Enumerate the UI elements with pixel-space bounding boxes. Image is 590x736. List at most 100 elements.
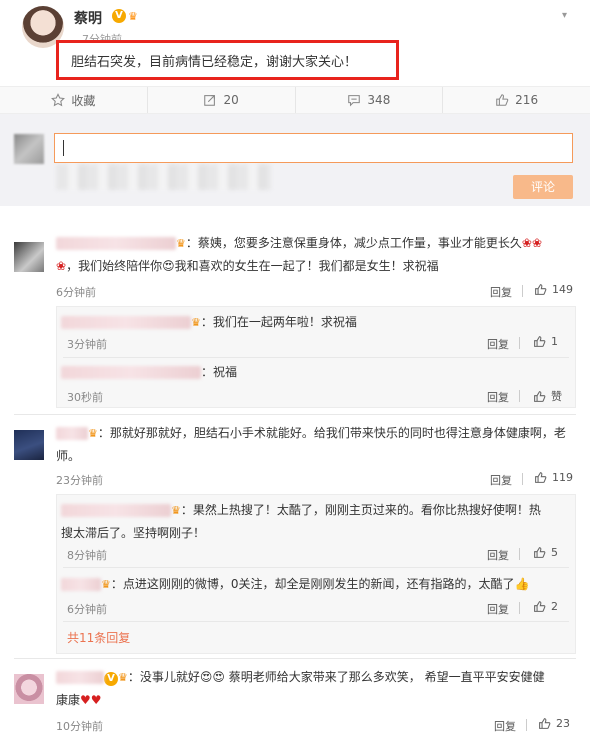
commenter-avatar[interactable]: [14, 674, 44, 704]
replier-name-blurred[interactable]: [61, 504, 171, 517]
post-action-bar: 收藏 20 348 216: [0, 86, 590, 114]
blurred-region: [56, 164, 271, 190]
replier-name-blurred[interactable]: [61, 578, 101, 591]
reply-text: ♛：点进这刚刚的微博，0关注，却全是刚刚发生的新闻，还有指路的，太酷了👍: [61, 573, 571, 596]
comment-like-button[interactable]: 149: [534, 283, 573, 296]
reply-text-line: ：我们在一起两年啦！求祝福: [200, 315, 357, 329]
comment-like-count: 119: [552, 471, 573, 484]
reply-button[interactable]: 回复: [487, 547, 509, 563]
comment-text-line: 康康: [56, 692, 81, 707]
favorite-button[interactable]: 收藏: [0, 87, 148, 113]
crown-badge-icon: ♛: [128, 10, 138, 23]
comment-compose-area: 评论: [0, 114, 590, 206]
reply-text: ：祝福: [61, 361, 571, 383]
thumbs-up-icon: [534, 390, 546, 402]
post-text: 胆结石突发，目前病情已经稳定，谢谢大家关心！: [56, 40, 399, 80]
thumbs-up-icon: [534, 601, 546, 612]
comment-text: V ♛：没事儿就好😍😍 蔡明老师给大家带来了那么多欢笑， 希望一直平平安安健健 康…: [56, 666, 576, 711]
action-divider: [519, 548, 520, 560]
reply-button[interactable]: 回复: [494, 718, 516, 734]
repost-button[interactable]: 20: [148, 87, 296, 113]
comment-button[interactable]: 348: [296, 87, 444, 113]
weibo-post: 蔡明 V ♛ 7分钟前 ▾ 胆结石突发，目前病情已经稳定，谢谢大家关心！: [0, 0, 590, 86]
commenter-avatar[interactable]: [14, 242, 44, 272]
reply-button[interactable]: 回复: [487, 389, 509, 405]
comment-text-line: ：那就好那就好，胆结石小手术就能好。给我们带来快乐的同时也得注意身体健康啊，老: [97, 426, 566, 440]
comment-icon: [348, 95, 361, 107]
reply-like-button[interactable]: 1: [533, 335, 558, 348]
crown-badge-icon: ♛: [118, 670, 128, 684]
commenter-avatar[interactable]: [14, 430, 44, 460]
replier-name-blurred[interactable]: [61, 366, 201, 379]
favorite-label: 收藏: [71, 93, 96, 108]
reply-list: ♛ ：果然上热搜了！太酷了，刚刚主页过来的。看你比热搜好使啊！热 搜太滞后了。坚持…: [56, 494, 576, 654]
comment-text-line: ，我们始终陪伴你: [66, 258, 163, 273]
commenter-name-blurred[interactable]: [56, 237, 176, 250]
chevron-down-icon[interactable]: ▾: [562, 10, 576, 21]
heart-emoji-icon: ♥♥: [80, 692, 102, 707]
action-divider: [519, 390, 520, 402]
comment-text: ♛：那就好那就好，胆结石小手术就能好。给我们带来快乐的同时也得注意身体健康啊，老…: [56, 422, 576, 467]
comment-time: 23分钟前: [56, 474, 103, 487]
like-count: 216: [515, 93, 539, 107]
text-caret: [63, 140, 64, 156]
action-divider: [519, 602, 520, 614]
replier-name-blurred[interactable]: [61, 316, 191, 329]
commenter-name-blurred[interactable]: [56, 671, 104, 684]
thumbs-up-icon: [534, 336, 546, 347]
reply-time: 6分钟前: [67, 603, 107, 616]
comment-count: 348: [367, 93, 391, 107]
reply-button[interactable]: 回复: [490, 284, 512, 300]
reply-like-count: 5: [551, 546, 558, 559]
action-divider: [522, 285, 523, 297]
reply-time: 30秒前: [67, 391, 103, 404]
reply-text: ♛：我们在一起两年啦！求祝福: [61, 311, 571, 334]
thumbs-up-icon: [535, 472, 547, 483]
verified-icon: V: [104, 672, 118, 686]
comment-item: ♛ ：那就好那就好，胆结石小手术就能好。给我们带来快乐的同时也得注意身体健康啊，老…: [0, 416, 590, 656]
heart-eyes-emoji-icon: 😍😍: [199, 670, 225, 684]
reply-text-line: ：果然上热搜了！太酷了，刚刚主页过来的。看你比热搜好使啊！热: [180, 503, 541, 517]
repost-icon: [204, 95, 216, 106]
comment-text-line: 蔡明老师给大家带来了那么多欢笑， 希望一直平平安安健健: [228, 670, 545, 684]
reply-time: 8分钟前: [67, 549, 107, 562]
comment-like-button[interactable]: 119: [534, 471, 573, 484]
crown-badge-icon: ♛: [176, 236, 186, 250]
like-button[interactable]: 216: [443, 87, 590, 113]
more-replies-link[interactable]: 共11条回复: [67, 629, 130, 646]
comment-like-button[interactable]: 23: [538, 717, 570, 730]
reply-text-line: 搜太滞后了。坚持啊刚子！: [61, 525, 206, 540]
comment-text-line: 师。: [56, 448, 81, 463]
reply-like-button[interactable]: 2: [533, 600, 558, 613]
reply-button[interactable]: 回复: [490, 472, 512, 488]
comment-time: 6分钟前: [56, 286, 96, 299]
reply-divider: [63, 567, 569, 568]
thumbs-up-icon: [496, 94, 509, 106]
reply-button[interactable]: 回复: [487, 336, 509, 352]
crown-badge-icon: ♛: [101, 577, 111, 591]
comment-input[interactable]: [54, 133, 573, 163]
thumbs-up-emoji-icon: 👍: [514, 577, 530, 591]
comment-divider: [14, 658, 576, 659]
comment-time: 10分钟前: [56, 720, 103, 733]
reply-like-button[interactable]: 5: [533, 546, 558, 559]
star-icon: [51, 93, 66, 107]
reply-list: ♛：我们在一起两年啦！求祝福 3分钟前 回复 1 ：祝福 30秒前 回复 赞: [56, 306, 576, 408]
comment-text-line: ：蔡姨，您要多注意保重身体，减少点工作量，事业才能更长久: [185, 236, 522, 250]
reply-text-line: ：祝福: [201, 365, 238, 379]
author-name[interactable]: 蔡明: [74, 8, 102, 28]
comment-text-line: ：没事儿就好: [127, 670, 200, 684]
commenter-name-blurred[interactable]: [56, 427, 88, 440]
reply-text-line: ：点进这刚刚的微博，0关注，却全是刚刚发生的新闻，还有指路的，太酷了: [110, 577, 515, 591]
thumbs-up-icon: [539, 718, 551, 729]
reply-like-count: 1: [551, 335, 558, 348]
reply-like-button[interactable]: 赞: [533, 388, 562, 404]
action-divider: [519, 337, 520, 349]
heart-eyes-emoji-icon: 😍: [162, 258, 175, 273]
reply-text: ♛：果然上热搜了！太酷了，刚刚主页过来的。看你比热搜好使啊！热 搜太滞后了。坚持…: [61, 499, 571, 544]
rose-emoji-icon: ❀❀: [521, 236, 542, 250]
comment-divider: [14, 414, 576, 415]
reply-button[interactable]: 回复: [487, 601, 509, 617]
submit-comment-button[interactable]: 评论: [513, 175, 573, 199]
comment-like-count: 23: [556, 717, 570, 730]
